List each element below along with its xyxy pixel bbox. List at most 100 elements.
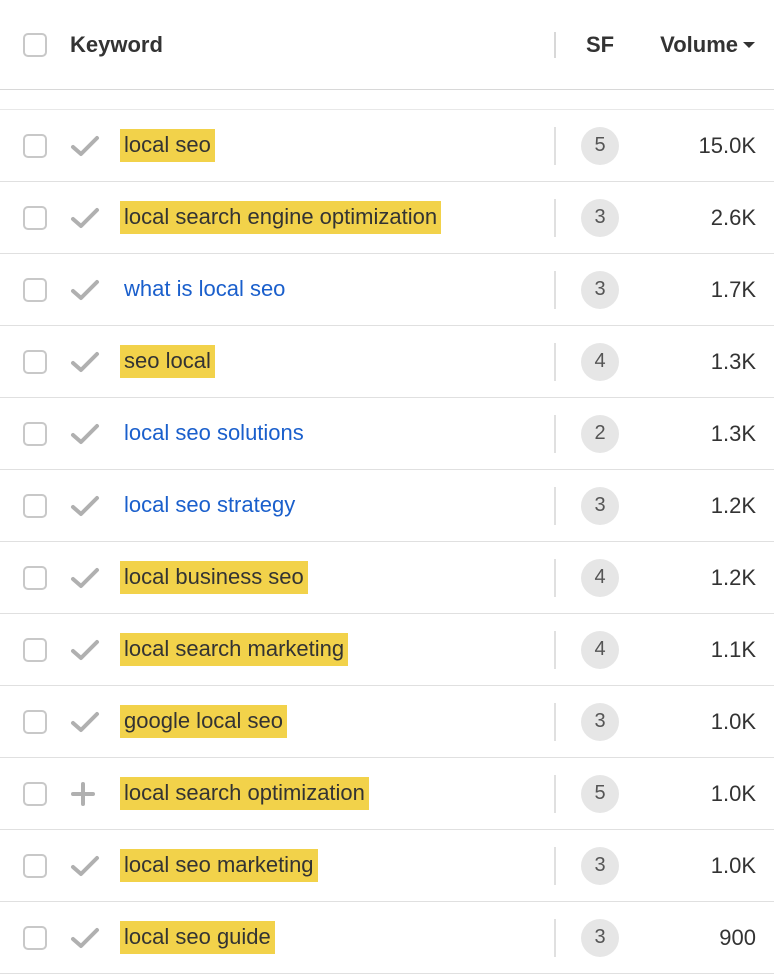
check-icon[interactable] [70, 494, 100, 518]
sf-cell: 5 [554, 127, 644, 165]
sf-cell: 2 [554, 415, 644, 453]
sf-badge[interactable]: 3 [581, 847, 619, 885]
keyword-link[interactable]: local search engine optimization [120, 201, 441, 234]
volume-cell: 1.3K [644, 349, 774, 375]
row-checkbox-cell [0, 350, 70, 374]
volume-cell: 1.2K [644, 565, 774, 591]
sf-cell: 4 [554, 631, 644, 669]
volume-cell: 1.0K [644, 853, 774, 879]
row-checkbox[interactable] [23, 566, 47, 590]
sf-badge[interactable]: 3 [581, 919, 619, 957]
keyword-table: Keyword SF Volume local seo515.0Klocal s… [0, 0, 774, 974]
check-icon[interactable] [70, 278, 100, 302]
keyword-cell: google local seo [120, 705, 554, 738]
check-icon[interactable] [70, 854, 100, 878]
volume-value: 2.6K [711, 205, 756, 231]
check-icon[interactable] [70, 710, 100, 734]
keyword-link[interactable]: local seo strategy [120, 489, 299, 522]
column-header-sf[interactable]: SF [586, 32, 614, 58]
check-icon[interactable] [70, 566, 100, 590]
row-checkbox-cell [0, 566, 70, 590]
row-checkbox[interactable] [23, 638, 47, 662]
keyword-link[interactable]: google local seo [120, 705, 287, 738]
column-header-volume[interactable]: Volume [660, 32, 738, 58]
sf-badge[interactable]: 3 [581, 487, 619, 525]
sf-cell: 3 [554, 199, 644, 237]
row-checkbox[interactable] [23, 206, 47, 230]
volume-cell: 1.0K [644, 781, 774, 807]
table-row: local search marketing 4 1.1K [0, 614, 774, 686]
volume-cell: 900 [644, 925, 774, 951]
keyword-link[interactable]: what is local seo [120, 273, 289, 306]
row-checkbox[interactable] [23, 422, 47, 446]
keyword-link[interactable]: local seo guide [120, 921, 275, 954]
table-row: seo local 4 1.3K [0, 326, 774, 398]
row-checkbox-cell [0, 854, 70, 878]
row-checkbox-cell [0, 134, 70, 158]
header-checkbox-cell [0, 33, 70, 57]
row-checkbox[interactable] [23, 494, 47, 518]
column-header-keyword[interactable]: Keyword [70, 32, 163, 58]
sf-cell: 4 [554, 559, 644, 597]
keyword-cell: local search engine optimization [120, 201, 554, 234]
check-icon[interactable] [70, 206, 100, 230]
row-checkbox[interactable] [23, 350, 47, 374]
row-checkbox-cell [0, 638, 70, 662]
keyword-cell: local business seo [120, 561, 554, 594]
volume-cell: 15.0K [644, 133, 774, 159]
row-checkbox-cell [0, 206, 70, 230]
volume-cell: 2.6K [644, 205, 774, 231]
keyword-link[interactable]: local seo marketing [120, 849, 318, 882]
row-checkbox[interactable] [23, 134, 47, 158]
check-icon[interactable] [70, 134, 100, 158]
check-icon[interactable] [70, 422, 100, 446]
check-icon[interactable] [70, 350, 100, 374]
sf-badge[interactable]: 4 [581, 631, 619, 669]
check-icon[interactable] [70, 638, 100, 662]
plus-icon[interactable] [70, 781, 96, 807]
sf-cell: 5 [554, 775, 644, 813]
keyword-link[interactable]: local search marketing [120, 633, 348, 666]
table-row: google local seo 3 1.0K [0, 686, 774, 758]
table-row: local seo marketing 3 1.0K [0, 830, 774, 902]
keyword-cell: local search optimization [120, 777, 554, 810]
row-checkbox-cell [0, 782, 70, 806]
volume-value: 1.3K [711, 421, 756, 447]
row-checkbox[interactable] [23, 782, 47, 806]
volume-value: 15.0K [699, 133, 757, 159]
sf-badge[interactable]: 3 [581, 199, 619, 237]
row-checkbox-cell [0, 710, 70, 734]
keyword-cell: seo local [120, 345, 554, 378]
sf-badge[interactable]: 3 [581, 703, 619, 741]
row-checkbox[interactable] [23, 278, 47, 302]
keyword-link[interactable]: local seo solutions [120, 417, 308, 450]
keyword-cell: local seo marketing [120, 849, 554, 882]
row-checkbox[interactable] [23, 854, 47, 878]
sf-cell: 3 [554, 703, 644, 741]
sf-badge[interactable]: 5 [581, 775, 619, 813]
sf-badge[interactable]: 3 [581, 271, 619, 309]
table-row: local seo 5 15.0K [0, 110, 774, 182]
select-all-checkbox[interactable] [23, 33, 47, 57]
sf-badge[interactable]: 4 [581, 559, 619, 597]
check-icon[interactable] [70, 926, 100, 950]
keyword-cell: what is local seo [120, 273, 554, 306]
sf-badge[interactable]: 4 [581, 343, 619, 381]
volume-value: 1.0K [711, 709, 756, 735]
spacer-row [0, 90, 774, 110]
keyword-cell: local seo strategy [120, 489, 554, 522]
volume-value: 1.1K [711, 637, 756, 663]
row-checkbox[interactable] [23, 926, 47, 950]
sf-badge[interactable]: 2 [581, 415, 619, 453]
keyword-link[interactable]: local search optimization [120, 777, 369, 810]
row-checkbox[interactable] [23, 710, 47, 734]
volume-cell: 1.7K [644, 277, 774, 303]
volume-cell: 1.2K [644, 493, 774, 519]
caret-down-icon [742, 40, 756, 50]
keyword-link[interactable]: local business seo [120, 561, 308, 594]
row-checkbox-cell [0, 494, 70, 518]
keyword-link[interactable]: local seo [120, 129, 215, 162]
volume-value: 900 [719, 925, 756, 951]
keyword-link[interactable]: seo local [120, 345, 215, 378]
sf-badge[interactable]: 5 [581, 127, 619, 165]
